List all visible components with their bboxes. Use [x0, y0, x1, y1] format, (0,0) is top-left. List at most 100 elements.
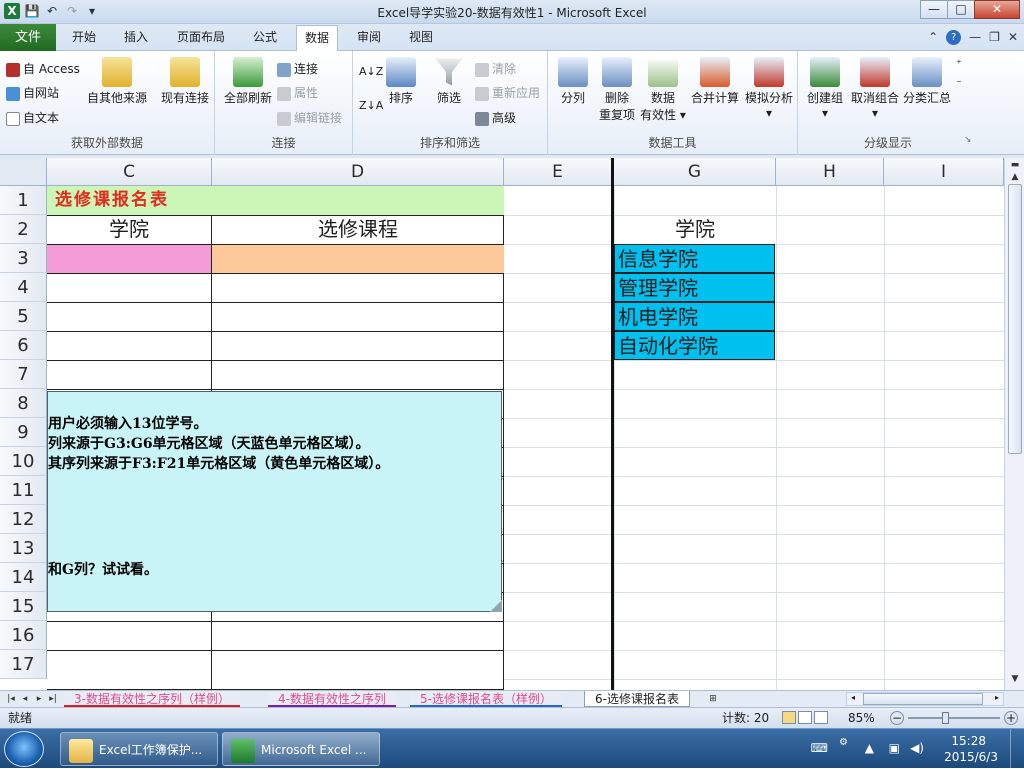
- consolidate-button[interactable]: 合并计算: [688, 57, 742, 106]
- row-header-12[interactable]: 12: [0, 505, 47, 534]
- page-break-view-icon[interactable]: [814, 711, 828, 724]
- next-sheet-icon[interactable]: ▸: [32, 692, 46, 706]
- row-header-15[interactable]: 15: [0, 592, 47, 621]
- doc-close-icon[interactable]: ✕: [1008, 30, 1018, 45]
- freeze-pane-divider[interactable]: [611, 158, 614, 690]
- cell-c3[interactable]: [47, 245, 211, 273]
- cell-g4[interactable]: 管理学院: [614, 273, 775, 302]
- connections-button[interactable]: 连接: [277, 60, 318, 77]
- maximize-button[interactable]: □: [947, 0, 975, 19]
- vertical-scrollbar[interactable]: ▬ ▲ ▼: [1004, 158, 1024, 690]
- sheet-tab-5[interactable]: 5-选修课报名表（样例）: [410, 691, 562, 707]
- page-layout-view-icon[interactable]: [798, 711, 812, 724]
- sheet-tab-6[interactable]: 6-选修课报名表: [584, 691, 690, 707]
- ime-icon[interactable]: ⚙: [839, 737, 848, 748]
- row-header-11[interactable]: 11: [0, 476, 47, 505]
- what-if-button[interactable]: 模拟分析 ▾: [742, 57, 796, 120]
- row-header-5[interactable]: 5: [0, 302, 47, 331]
- column-header-g[interactable]: G: [614, 158, 776, 186]
- tab-insert[interactable]: 插入: [124, 24, 148, 51]
- scroll-left-icon[interactable]: ◂: [847, 693, 859, 705]
- ungroup-button[interactable]: 取消组合 ▾: [848, 57, 902, 120]
- filter-button[interactable]: 筛选: [429, 57, 469, 106]
- column-header-h[interactable]: H: [776, 158, 884, 186]
- keyboard-icon[interactable]: ⌨: [811, 741, 828, 755]
- taskbar-excel-item[interactable]: Microsoft Excel ...: [222, 732, 380, 766]
- row-header-17[interactable]: 17: [0, 650, 47, 679]
- row-header-9[interactable]: 9: [0, 418, 47, 447]
- cell-g6[interactable]: 自动化学院: [614, 331, 775, 360]
- edit-links-button[interactable]: 编辑链接: [277, 109, 342, 126]
- clear-button[interactable]: 清除: [475, 60, 516, 77]
- sheet-tab-4[interactable]: 4-数据有效性之序列: [268, 691, 396, 707]
- insert-sheet-icon[interactable]: ⊞: [704, 692, 722, 706]
- network-icon[interactable]: ▣: [889, 741, 900, 755]
- ribbon-minimize-icon[interactable]: ⌃: [928, 30, 938, 45]
- prev-sheet-icon[interactable]: ◂: [18, 692, 32, 706]
- cell-c1-title[interactable]: 选修课报名表: [47, 186, 504, 215]
- row-header-14[interactable]: 14: [0, 563, 47, 592]
- zoom-level[interactable]: 85%: [848, 708, 875, 728]
- hide-detail-icon[interactable]: ⁻: [956, 77, 962, 90]
- sort-za-button[interactable]: Z↓A: [359, 99, 383, 112]
- vertical-scroll-thumb[interactable]: [1008, 184, 1022, 454]
- sheet-tab-3[interactable]: 3-数据有效性之序列（样例）: [64, 691, 240, 707]
- horizontal-scroll-thumb[interactable]: [863, 693, 983, 705]
- column-header-c[interactable]: C: [47, 158, 212, 186]
- zoom-slider[interactable]: [908, 717, 1000, 719]
- close-button[interactable]: ✕: [974, 0, 1020, 19]
- scroll-right-icon[interactable]: ▸: [991, 693, 1003, 705]
- cell-g5[interactable]: 机电学院: [614, 302, 775, 331]
- cell-g3[interactable]: 信息学院: [614, 244, 775, 273]
- data-validation-button[interactable]: 数据 有效性 ▾: [640, 57, 686, 123]
- volume-icon[interactable]: ◀): [910, 741, 924, 755]
- tab-formulas[interactable]: 公式: [253, 24, 277, 51]
- column-header-e[interactable]: E: [504, 158, 612, 186]
- tab-file[interactable]: 文件: [0, 24, 56, 51]
- tab-page-layout[interactable]: 页面布局: [177, 24, 225, 51]
- row-header-2[interactable]: 2: [0, 215, 47, 244]
- normal-view-icon[interactable]: [782, 711, 796, 724]
- row-header-16[interactable]: 16: [0, 621, 47, 650]
- row-header-4[interactable]: 4: [0, 273, 47, 302]
- cell-d3[interactable]: [212, 245, 504, 273]
- show-desktop-button[interactable]: [1010, 729, 1024, 769]
- row-header-3[interactable]: 3: [0, 244, 47, 273]
- show-detail-icon[interactable]: ⁺: [956, 57, 962, 70]
- column-header-i[interactable]: I: [884, 158, 1004, 186]
- sort-button[interactable]: 排序: [383, 57, 419, 106]
- group-button[interactable]: 创建组 ▾: [802, 57, 848, 120]
- minimize-button[interactable]: —: [920, 0, 948, 19]
- tab-home[interactable]: 开始: [72, 24, 96, 51]
- doc-restore-icon[interactable]: ❐: [989, 30, 1000, 45]
- first-sheet-icon[interactable]: |◂: [4, 692, 18, 706]
- tab-review[interactable]: 审阅: [357, 24, 381, 51]
- reapply-button[interactable]: 重新应用: [475, 84, 540, 101]
- tab-view[interactable]: 视图: [409, 24, 433, 51]
- sort-az-button[interactable]: A↓Z: [359, 65, 383, 78]
- from-access-button[interactable]: 自 Access: [6, 60, 80, 77]
- clock-time[interactable]: 15:28: [951, 734, 986, 748]
- refresh-all-button[interactable]: 全部刷新: [221, 57, 275, 106]
- select-all-corner[interactable]: [0, 158, 47, 186]
- row-header-1[interactable]: 1: [0, 186, 47, 215]
- zoom-slider-thumb[interactable]: [942, 712, 949, 724]
- row-header-6[interactable]: 6: [0, 331, 47, 360]
- tab-data[interactable]: 数据: [296, 25, 339, 52]
- row-header-7[interactable]: 7: [0, 360, 47, 389]
- cell-d2[interactable]: 选修课程: [212, 215, 504, 244]
- subtotal-button[interactable]: 分类汇总: [900, 57, 954, 106]
- cell-g2[interactable]: 学院: [614, 215, 776, 244]
- help-icon[interactable]: ?: [946, 30, 962, 45]
- advanced-button[interactable]: 高级: [475, 109, 516, 126]
- other-sources-button[interactable]: 自其他来源: [86, 57, 148, 106]
- last-sheet-icon[interactable]: ▸|: [46, 692, 60, 706]
- scroll-down-icon[interactable]: ▼: [1008, 674, 1022, 688]
- existing-connections-button[interactable]: 现有连接: [158, 57, 212, 106]
- clock-date[interactable]: 2015/6/3: [944, 750, 998, 764]
- row-header-8[interactable]: 8: [0, 389, 47, 418]
- doc-minimize-icon[interactable]: —: [969, 30, 981, 45]
- dialog-launcher-icon[interactable]: ↘: [964, 135, 972, 145]
- start-button[interactable]: [4, 731, 44, 767]
- row-header-10[interactable]: 10: [0, 447, 47, 476]
